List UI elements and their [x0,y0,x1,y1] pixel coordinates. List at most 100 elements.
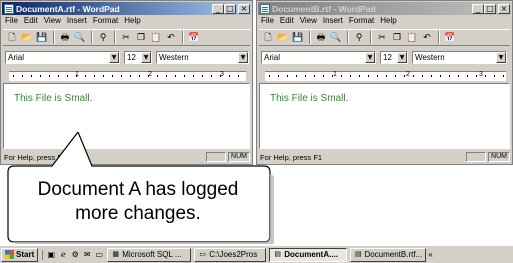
font-select[interactable]: Arial ▼ [5,51,120,64]
chevron-down-icon[interactable]: ▼ [397,52,407,63]
cut-icon[interactable]: ✂ [119,31,133,44]
windows-logo-icon [5,250,14,259]
ruler-tick [332,75,333,77]
print-icon[interactable]: 🖶 [58,31,72,44]
taskbar-item-document-a[interactable]: ▤ DocumentA.... [269,247,348,262]
chevron-down-icon[interactable]: ▼ [141,52,151,63]
ruler-tick [139,75,140,77]
maximize-button[interactable]: □ [484,3,496,14]
start-button[interactable]: Start [1,247,39,262]
callout-text: Document A has logged more changes. [4,178,272,226]
print-preview-icon[interactable]: 🔍 [73,31,87,44]
ruler-tick [175,75,176,77]
menu-format[interactable]: Format [349,16,374,27]
menu-file[interactable]: File [5,16,18,27]
font-size-select[interactable]: 12 ▼ [124,51,152,64]
minimize-button[interactable]: _ [472,3,484,14]
explorer-icon[interactable]: ▭ [94,250,104,260]
menu-insert[interactable]: Insert [323,16,343,27]
document-area[interactable]: This File is Small. [259,83,510,149]
ruler-tick [440,75,441,77]
wordpad-icon[interactable] [4,3,14,14]
ruler-label: 3 [479,71,483,78]
toolbar-separator [438,31,440,44]
undo-icon[interactable]: ↶ [164,31,178,44]
toolbar-separator [370,31,372,44]
outlook-icon[interactable]: ✉ [82,250,92,260]
menu-help[interactable]: Help [380,16,396,27]
script-select[interactable]: Western ▼ [156,51,249,64]
menu-view[interactable]: View [44,16,61,27]
wordpad-window-document-b[interactable]: DocumentB.rtf - WordPad _ □ × File Edit … [256,0,513,165]
ruler[interactable]: 1 2 3 [3,68,250,82]
taskbar-item-sql[interactable]: ▦ Microsoft SQL ... [107,247,192,262]
chevron-down-icon[interactable]: ▼ [109,52,119,63]
format-bar: Arial ▼ 12 ▼ Western ▼ [3,49,250,66]
close-button[interactable]: × [498,3,510,14]
chevron-down-icon[interactable]: ▼ [365,52,375,63]
paste-icon[interactable]: 📋 [405,31,419,44]
ruler-tick [377,75,378,77]
title-bar[interactable]: DocumentB.rtf - WordPad _ □ × [258,2,511,15]
ruler-tick [112,75,113,77]
new-icon[interactable]: 🗋 [5,31,19,44]
print-preview-icon[interactable]: 🔍 [329,31,343,44]
wordpad-icon[interactable] [260,3,270,14]
undo-icon[interactable]: ↶ [420,31,434,44]
ruler-tick [166,75,167,77]
save-icon[interactable]: 💾 [35,31,49,44]
menu-file[interactable]: File [261,16,274,27]
menu-edit[interactable]: Edit [24,16,38,27]
format-bar: Arial ▼ 12 ▼ Western ▼ [259,49,510,66]
close-button[interactable]: × [238,3,250,14]
menu-insert[interactable]: Insert [67,16,87,27]
ruler-tick [184,75,185,77]
menu-view[interactable]: View [300,16,317,27]
browser-icon[interactable]: ℯ [58,250,68,260]
new-icon[interactable]: 🗋 [261,31,275,44]
media-icon[interactable]: ⚙ [70,250,80,260]
open-icon[interactable]: 📂 [20,31,34,44]
date-time-icon[interactable]: 📅 [443,31,457,44]
document-text[interactable]: This File is Small. [14,93,92,104]
copy-icon[interactable]: ❐ [134,31,148,44]
desktop-icon[interactable]: ▣ [46,250,56,260]
ruler[interactable]: 1 2 3 [259,68,510,82]
date-time-icon[interactable]: 📅 [187,31,201,44]
ruler-tick [76,75,77,77]
ruler-tick [103,75,104,77]
find-icon[interactable]: ⚲ [96,31,110,44]
print-icon[interactable]: 🖶 [314,31,328,44]
ruler-tick [220,75,221,77]
taskbar-item-document-b[interactable]: ▤ DocumentB.rtf... [350,247,427,262]
menu-help[interactable]: Help [124,16,140,27]
menu-format[interactable]: Format [93,16,118,27]
ruler-tick [22,75,23,77]
taskbar-item-folder[interactable]: ▭ C:\Joes2Pros [194,247,267,262]
copy-icon[interactable]: ❐ [390,31,404,44]
ruler-tick [449,75,450,77]
font-size-select[interactable]: 12 ▼ [380,51,408,64]
paste-icon[interactable]: 📋 [149,31,163,44]
cut-icon[interactable]: ✂ [375,31,389,44]
title-bar[interactable]: DocumentA.rtf - WordPad _ □ × [2,2,251,15]
menu-edit[interactable]: Edit [280,16,294,27]
standard-toolbar: 🗋 📂 💾 🖶 🔍 ⚲ ✂ ❐ 📋 ↶ 📅 [259,29,510,46]
folder-icon: ▭ [199,250,207,258]
save-icon[interactable]: 💾 [291,31,305,44]
chevron-down-icon[interactable]: ▼ [496,52,506,63]
taskbar-item-label: DocumentA.... [284,250,339,259]
document-text[interactable]: This File is Small. [270,93,348,104]
find-icon[interactable]: ⚲ [352,31,366,44]
script-select[interactable]: Western ▼ [412,51,507,64]
chevron-down-icon[interactable]: ▼ [238,52,248,63]
font-select[interactable]: Arial ▼ [261,51,376,64]
sql-server-icon: ▦ [112,250,120,258]
maximize-button[interactable]: □ [224,3,236,14]
tray-expand-icon[interactable]: « [428,250,432,259]
menu-bar: File Edit View Insert Format Help [3,16,141,27]
open-icon[interactable]: 📂 [276,31,290,44]
font-value: Arial [8,53,25,62]
minimize-button[interactable]: _ [212,3,224,14]
ruler-tick [67,75,68,77]
